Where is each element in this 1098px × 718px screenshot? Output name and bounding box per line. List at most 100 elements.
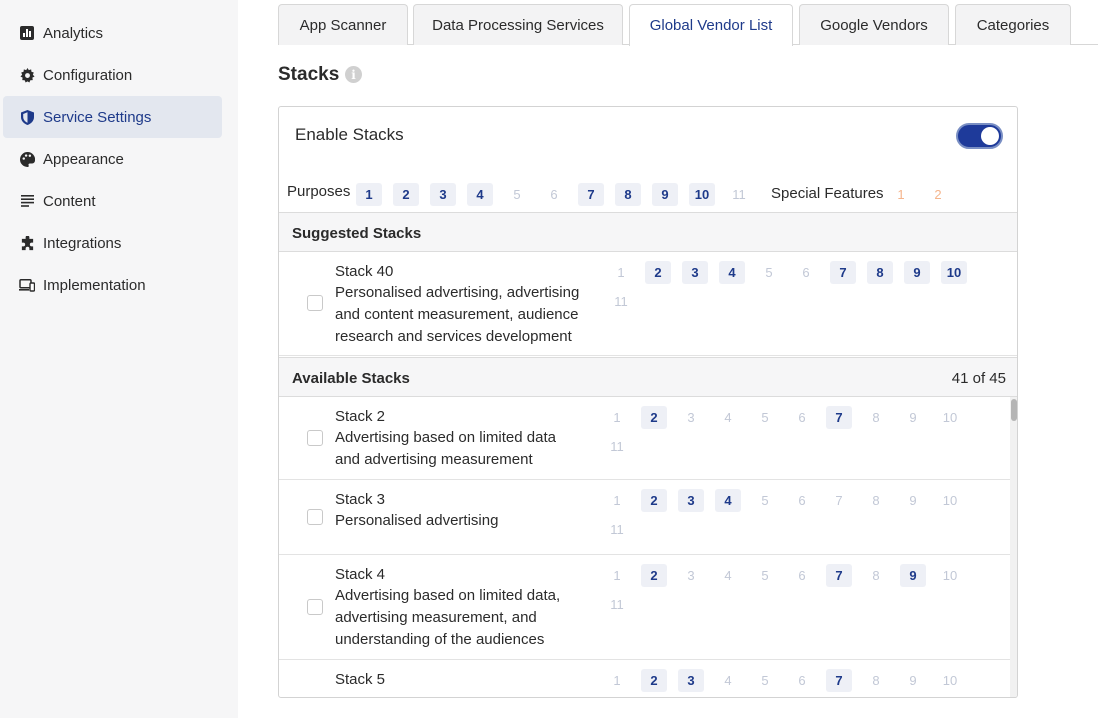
stack-purpose-number: 10 [942, 673, 958, 688]
purpose-number: 10 [689, 183, 715, 206]
stack-purpose-number: 8 [872, 410, 880, 425]
available-stacks-header: Available Stacks 41 of 45 [279, 357, 1017, 397]
stack-description: Advertising based on limited data, adver… [335, 587, 561, 648]
stack-purpose-number: 3 [678, 489, 704, 512]
sidebar-item-service-settings[interactable]: Service Settings [3, 96, 222, 138]
stack-purpose-number: 7 [835, 493, 843, 508]
stack-purpose-number: 2 [641, 489, 667, 512]
stack-purpose-number: 7 [826, 669, 852, 692]
stack-checkbox[interactable] [307, 509, 323, 525]
stack-name: Stack 3 [335, 491, 386, 508]
special-feature-number: 1 [897, 187, 905, 202]
sidebar-item-implementation[interactable]: Implementation [3, 264, 222, 306]
sidebar-item-label: Content [43, 192, 96, 210]
tab-categories[interactable]: Categories [955, 4, 1071, 45]
purpose-number: 4 [467, 183, 493, 206]
stack-purpose-number: 1 [613, 410, 621, 425]
purpose-number: 7 [578, 183, 604, 206]
stack-purpose-number: 7 [826, 406, 852, 429]
stack-purpose-number: 6 [798, 410, 806, 425]
toggle-knob [981, 127, 999, 145]
stack-purpose-number: 3 [687, 410, 695, 425]
purpose-number: 2 [393, 183, 419, 206]
sidebar-item-label: Appearance [43, 150, 124, 168]
available-stacks-count: 41 of 45 [951, 370, 1006, 387]
stack-purpose-number: 2 [645, 261, 671, 284]
stack-purpose-number: 11 [610, 597, 624, 612]
special-features-label: Special Features [771, 185, 884, 202]
stack-purpose-number: 6 [798, 568, 806, 583]
stack-checkbox[interactable] [307, 430, 323, 446]
stack-purpose-number: 11 [614, 294, 628, 309]
stack-purpose-number: 5 [761, 673, 769, 688]
special-feature-number: 2 [934, 187, 942, 202]
gear-icon [19, 67, 35, 83]
tab-google-vendors[interactable]: Google Vendors [799, 4, 949, 45]
purposes-legend: Purposes Special Features 1 2 3 4 5 6 7 8 9 10 11 1… [287, 179, 1017, 207]
stack-name: Stack 2 [335, 408, 386, 425]
available-stacks-title: Available Stacks [292, 370, 410, 387]
tab-bar: App Scanner Data Processing Services Glo… [278, 0, 1098, 46]
page-title: Stacks [278, 64, 340, 85]
stack-name: Stack 40 [335, 263, 394, 280]
sidebar-item-configuration[interactable]: Configuration [3, 54, 222, 96]
stack-purpose-number: 6 [798, 673, 806, 688]
purpose-number: 6 [550, 187, 558, 202]
sidebar-item-label: Service Settings [43, 108, 152, 126]
tab-global-vendor-list[interactable]: Global Vendor List [629, 4, 793, 46]
stack-description: Advertising based on limited data and ad… [335, 429, 556, 468]
shield-icon [19, 109, 35, 125]
stack-purpose-number: 11 [610, 439, 624, 454]
scrollbar[interactable] [1010, 397, 1017, 697]
stack-purpose-number: 4 [724, 410, 732, 425]
stack-purpose-number: 3 [682, 261, 708, 284]
purpose-number: 1 [356, 183, 382, 206]
bar-chart-icon [19, 25, 35, 41]
stack-purpose-number: 10 [942, 410, 958, 425]
enable-stacks-toggle[interactable] [956, 123, 1003, 149]
stack-purpose-number: 10 [941, 261, 967, 284]
stack-checkbox[interactable] [307, 295, 323, 311]
purpose-number: 3 [430, 183, 456, 206]
stack-purpose-number: 5 [765, 265, 773, 280]
stack-description: Personalised advertising, advertising an… [335, 284, 580, 345]
stack-purpose-number: 8 [872, 493, 880, 508]
sidebar-item-analytics[interactable]: Analytics [3, 12, 222, 54]
sidebar-item-integrations[interactable]: Integrations [3, 222, 222, 264]
purpose-number: 5 [513, 187, 521, 202]
lines-icon [19, 193, 35, 209]
sidebar-item-label: Implementation [43, 276, 146, 294]
tab-data-processing-services[interactable]: Data Processing Services [413, 4, 623, 45]
stack-purpose-number: 4 [724, 568, 732, 583]
stack-purpose-number: 9 [909, 410, 917, 425]
stack-purpose-number: 1 [613, 673, 621, 688]
stack-purpose-number: 9 [909, 493, 917, 508]
stack-purpose-number: 3 [687, 568, 695, 583]
stack-row: Stack 40 Personalised advertising, adver… [279, 252, 1017, 356]
sidebar-item-label: Analytics [43, 24, 104, 42]
stack-purpose-number: 9 [900, 564, 926, 587]
stack-purpose-number: 9 [909, 673, 917, 688]
info-icon[interactable]: i [345, 66, 362, 83]
stack-row: Stack 4 Advertising based on limited dat… [279, 555, 1010, 660]
purpose-number: 8 [615, 183, 641, 206]
stack-purpose-number: 6 [802, 265, 810, 280]
stack-row: Stack 2 Advertising based on limited dat… [279, 397, 1010, 480]
stack-purpose-number: 7 [830, 261, 856, 284]
sidebar-item-appearance[interactable]: Appearance [3, 138, 222, 180]
stack-purpose-number: 4 [715, 489, 741, 512]
purpose-number: 9 [652, 183, 678, 206]
stack-purpose-number: 2 [641, 669, 667, 692]
stack-row: Stack 3 Personalised advertising 1 234 5 6 7… [279, 480, 1010, 555]
enable-stacks-label: Enable Stacks [295, 125, 404, 144]
tab-app-scanner[interactable]: App Scanner [278, 4, 408, 45]
sidebar-item-content[interactable]: Content [3, 180, 222, 222]
stack-purpose-number: 6 [798, 493, 806, 508]
devices-icon [19, 277, 35, 293]
purposes-label: Purposes [287, 183, 351, 200]
scrollbar-thumb[interactable] [1011, 399, 1017, 421]
stack-purpose-number: 11 [610, 522, 624, 537]
stack-purpose-number: 4 [724, 673, 732, 688]
stack-checkbox[interactable] [307, 599, 323, 615]
stack-name: Stack 5 [335, 671, 386, 688]
